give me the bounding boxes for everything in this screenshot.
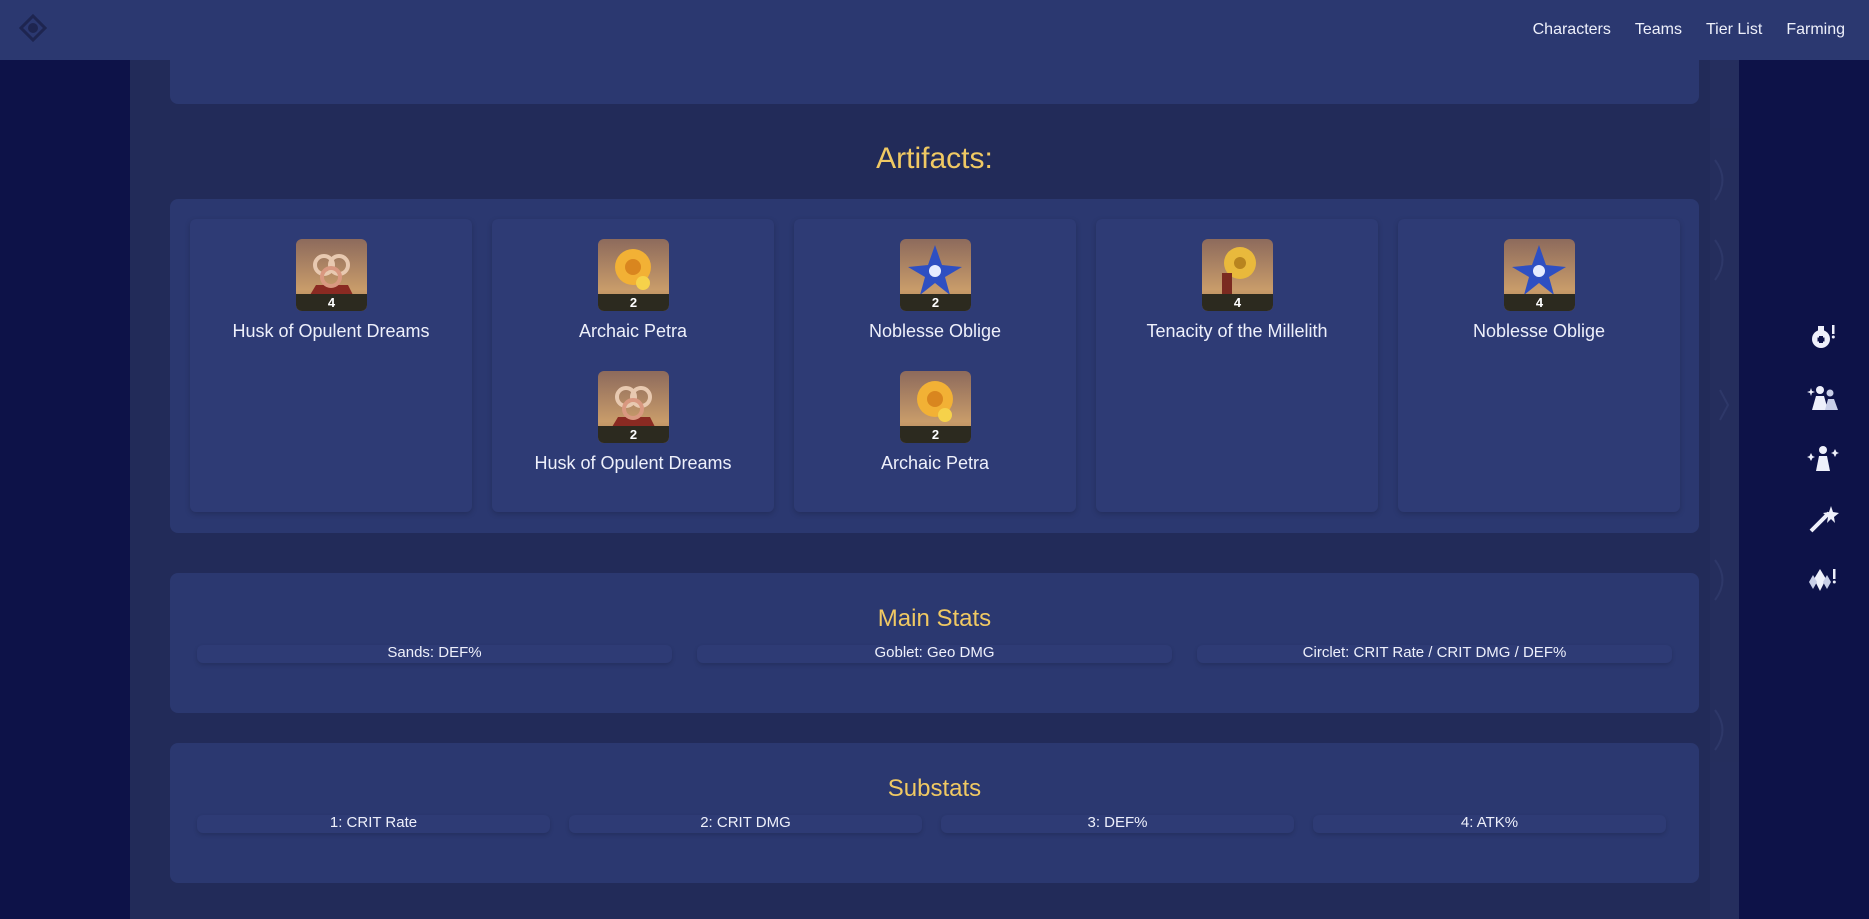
artifact-name: Archaic Petra xyxy=(578,321,688,341)
artifact-option-2: 2 Archaic Petra 2 Husk of Opulent Dreams xyxy=(492,219,774,512)
substats-panel: Substats 1: CRIT Rate 2: CRIT DMG 3: DEF… xyxy=(170,743,1699,883)
site-logo-icon[interactable] xyxy=(18,13,48,43)
artifact-item[interactable]: 4 Husk of Opulent Dreams xyxy=(190,239,472,359)
artifact-option-1: 4 Husk of Opulent Dreams xyxy=(190,219,472,512)
main-stat-circlet: Circlet: CRIT Rate / CRIT DMG / DEF% xyxy=(1197,645,1672,663)
side-icon-bar xyxy=(1805,318,1841,623)
artifact-item[interactable]: 2 Archaic Petra xyxy=(794,371,1076,491)
artifact-count-badge: 4 xyxy=(1202,294,1273,311)
noblesse-icon: 4 xyxy=(1504,239,1575,311)
character-sparkle-icon[interactable] xyxy=(1805,440,1841,476)
artifact-name: Noblesse Oblige xyxy=(1472,321,1606,341)
top-navbar: Characters Teams Tier List Farming xyxy=(0,0,1869,60)
substat-item: 4: ATK% xyxy=(1313,815,1666,833)
artifact-name: Tenacity of the Millelith xyxy=(1146,321,1328,341)
artifact-option-4: 4 Tenacity of the Millelith xyxy=(1096,219,1378,512)
artifacts-panel: 4 Husk of Opulent Dreams 2 Archaic Petra xyxy=(170,199,1699,533)
artifact-count-badge: 4 xyxy=(296,294,367,311)
wish-star-icon[interactable] xyxy=(1805,501,1841,537)
artifact-count-badge: 4 xyxy=(1504,294,1575,311)
millelith-icon: 4 xyxy=(1202,239,1273,311)
artifact-count-badge: 2 xyxy=(900,294,971,311)
artifact-name: Husk of Opulent Dreams xyxy=(232,321,430,341)
artifact-name: Noblesse Oblige xyxy=(868,321,1002,341)
crystal-icon[interactable] xyxy=(1805,562,1841,598)
artifact-count-badge: 2 xyxy=(598,294,669,311)
petra-icon: 2 xyxy=(900,371,971,443)
main-stats-panel: Main Stats Sands: DEF% Goblet: Geo DMG C… xyxy=(170,573,1699,713)
artifact-count-badge: 2 xyxy=(900,426,971,443)
previous-section-panel xyxy=(170,60,1699,104)
substat-item: 2: CRIT DMG xyxy=(569,815,922,833)
husk-icon: 4 xyxy=(296,239,367,311)
artifact-option-3: 2 Noblesse Oblige 2 Archaic Petra xyxy=(794,219,1076,512)
nav-links: Characters Teams Tier List Farming xyxy=(1509,0,1845,60)
character-group-icon[interactable] xyxy=(1805,379,1841,415)
noblesse-icon: 2 xyxy=(900,239,971,311)
artifact-item[interactable]: 2 Husk of Opulent Dreams xyxy=(492,371,774,491)
petra-icon: 2 xyxy=(598,239,669,311)
artifact-item[interactable]: 2 Archaic Petra xyxy=(492,239,774,359)
nav-link-characters[interactable]: Characters xyxy=(1533,21,1611,39)
decorative-pattern-strip xyxy=(1710,60,1739,919)
artifact-option-5: 4 Noblesse Oblige xyxy=(1398,219,1680,512)
artifact-count-badge: 2 xyxy=(598,426,669,443)
substat-item: 3: DEF% xyxy=(941,815,1294,833)
artifact-name: Husk of Opulent Dreams xyxy=(534,453,732,473)
artifacts-title: Artifacts: xyxy=(876,142,993,175)
substat-item: 1: CRIT Rate xyxy=(197,815,550,833)
nav-link-teams[interactable]: Teams xyxy=(1635,21,1682,39)
artifact-item[interactable]: 4 Noblesse Oblige xyxy=(1398,239,1680,359)
artifact-item[interactable]: 4 Tenacity of the Millelith xyxy=(1096,239,1378,359)
nav-link-tier-list[interactable]: Tier List xyxy=(1706,21,1762,39)
substats-title: Substats xyxy=(887,775,982,802)
husk-icon: 2 xyxy=(598,371,669,443)
nav-link-farming[interactable]: Farming xyxy=(1786,21,1845,39)
main-stats-title: Main Stats xyxy=(877,605,992,632)
main-stat-sands: Sands: DEF% xyxy=(197,645,672,663)
artifact-name: Archaic Petra xyxy=(880,453,990,473)
main-stat-goblet: Goblet: Geo DMG xyxy=(697,645,1172,663)
potion-icon[interactable] xyxy=(1805,318,1841,354)
artifact-item[interactable]: 2 Noblesse Oblige xyxy=(794,239,1076,359)
